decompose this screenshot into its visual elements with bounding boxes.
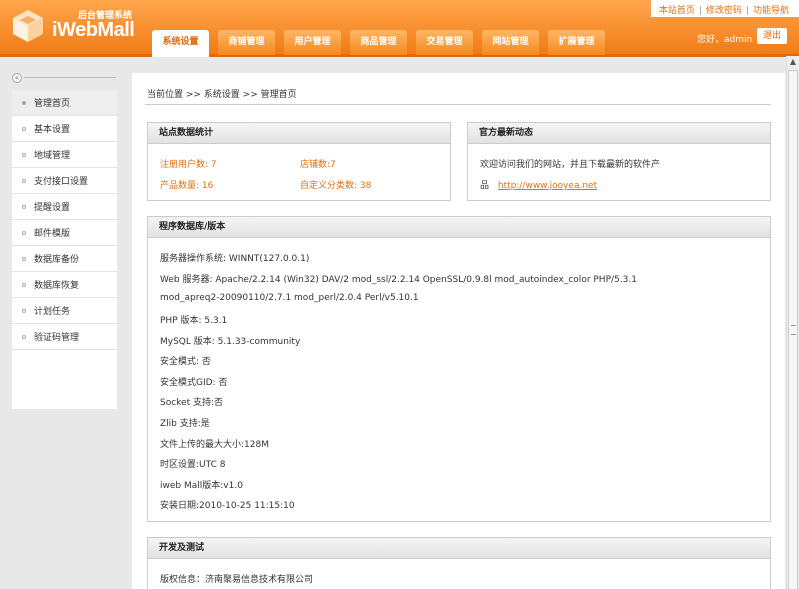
dev-test-box: 开发及测试 版权信息：济南聚易信息技术有限公司 (147, 537, 771, 589)
sidebar-item-label: 邮件模版 (34, 229, 71, 239)
breadcrumb-divider (145, 104, 771, 105)
main-panel: 当前位置 >> 系统设置 >> 管理首页 站点数据统计 注册用户数: 7 店铺数… (132, 73, 785, 589)
sidebar-item-label: 基本设置 (34, 125, 71, 135)
collapse-icon[interactable]: « (12, 73, 22, 83)
sidebar-item-captcha-management[interactable]: 验证码管理 (12, 324, 117, 350)
sidebar-menu: 管理首页 基本设置 地域管理 支付接口设置 提醒设置 邮件模版 数据库备份 数据… (12, 90, 117, 409)
info-mall-version: iweb Mall版本:v1.0 (160, 481, 243, 491)
dev-test-title: 开发及测试 (148, 538, 770, 559)
info-mysql-version: MySQL 版本: 5.1.33-community (160, 337, 301, 347)
news-link-row: 品 http://www.jooyea.net (480, 178, 597, 191)
info-zlib: Zlib 支持:是 (160, 419, 210, 429)
site-stats-title: 站点数据统计 (148, 123, 450, 144)
function-nav-link[interactable]: 功能导航 (753, 6, 789, 16)
sidebar-item-label: 数据库恢复 (34, 281, 80, 291)
sidebar-toggle-bar: « (12, 73, 116, 83)
sidebar-item-db-backup[interactable]: 数据库备份 (12, 246, 117, 272)
sidebar-item-reminder-settings[interactable]: 提醒设置 (12, 194, 117, 220)
info-install-date: 安装日期:2010-10-25 11:15:10 (160, 501, 295, 511)
bullet-icon (22, 100, 26, 105)
change-password-link[interactable]: 修改密码 (706, 6, 742, 16)
info-safe-mode: 安全模式: 否 (160, 357, 211, 367)
stat-users: 注册用户数: 7 (160, 160, 217, 170)
sidebar-item-payment-settings[interactable]: 支付接口设置 (12, 168, 117, 194)
info-safe-mode-gid: 安全模式GID: 否 (160, 378, 228, 388)
stat-products: 产品数量: 16 (160, 181, 214, 191)
scroll-thumb[interactable] (788, 70, 798, 589)
bullet-icon (22, 204, 26, 209)
db-version-title: 程序数据库/版本 (148, 217, 770, 238)
logo-title: iWebMall (52, 19, 135, 41)
info-timezone: 时区设置:UTC 8 (160, 460, 226, 470)
sidebar-toggle-line (24, 77, 116, 78)
breadcrumb: 当前位置 >> 系统设置 >> 管理首页 (147, 90, 297, 100)
bullet-icon (22, 230, 26, 235)
sidebar-item-label: 地域管理 (34, 151, 71, 161)
vertical-scrollbar[interactable]: ▲ (786, 56, 799, 589)
sidebar-item-label: 计划任务 (34, 307, 71, 317)
bullet-icon (22, 152, 26, 157)
info-web-server: Web 服务器: Apache/2.2.14 (Win32) DAV/2 mod… (160, 275, 637, 285)
sidebar-item-admin-home[interactable]: 管理首页 (12, 90, 117, 116)
tab-extension-management[interactable]: 扩展管理 (548, 30, 605, 55)
sidebar-item-label: 提醒设置 (34, 203, 71, 213)
info-php-version: PHP 版本: 5.3.1 (160, 316, 228, 326)
sidebar-item-db-restore[interactable]: 数据库恢复 (12, 272, 117, 298)
tab-trade-management[interactable]: 交易管理 (416, 30, 473, 55)
sidebar-item-label: 验证码管理 (34, 333, 80, 343)
user-greeting: 您好，admin (697, 35, 753, 45)
stat-categories: 自定义分类数: 38 (300, 181, 372, 191)
home-link[interactable]: 本站首页 (659, 6, 695, 16)
db-version-box: 程序数据库/版本 服务器操作系统: WINNT(127.0.0.1) Web 服… (147, 216, 771, 522)
bullet-icon (22, 334, 26, 339)
sidebar-item-scheduled-tasks[interactable]: 计划任务 (12, 298, 117, 324)
main-tabs: 系统设置 商铺管理 用户管理 商品管理 交易管理 网站管理 扩展管理 (152, 30, 614, 57)
product-icon: 品 (480, 181, 490, 191)
site-stats-box: 站点数据统计 注册用户数: 7 店铺数:7 产品数量: 16 自定义分类数: 3… (147, 122, 451, 201)
sidebar-item-basic-settings[interactable]: 基本设置 (12, 116, 117, 142)
info-socket: Socket 支持:否 (160, 398, 224, 408)
sidebar-item-label: 管理首页 (34, 99, 71, 109)
logout-button[interactable]: 退出 (757, 28, 787, 44)
tab-shop-management[interactable]: 商铺管理 (218, 30, 275, 55)
info-os: 服务器操作系统: WINNT(127.0.0.1) (160, 254, 310, 264)
news-box: 官方最新动态 欢迎访问我们的网站，并且下载最新的软件产 品 http://www… (467, 122, 771, 201)
logo-cube-icon (13, 10, 43, 42)
sidebar-item-label: 数据库备份 (34, 255, 80, 265)
official-site-link[interactable]: http://www.jooyea.net (498, 181, 597, 191)
tab-site-management[interactable]: 网站管理 (482, 30, 539, 55)
top-links: 本站首页 | 修改密码 | 功能导航 (650, 0, 799, 17)
bullet-icon (22, 256, 26, 261)
sidebar-item-label: 支付接口设置 (34, 177, 89, 187)
scroll-up-arrow-icon[interactable]: ▲ (788, 57, 798, 67)
tab-product-management[interactable]: 商品管理 (350, 30, 407, 55)
info-web-server-cont: mod_apreq2-20090110/2.7.1 mod_perl/2.0.4… (160, 293, 419, 303)
tab-system-settings[interactable]: 系统设置 (152, 30, 209, 57)
sidebar-item-mail-templates[interactable]: 邮件模版 (12, 220, 117, 246)
bullet-icon (22, 282, 26, 287)
info-max-upload: 文件上传的最大大小:128M (160, 440, 269, 450)
stat-shops: 店铺数:7 (300, 160, 336, 170)
news-title: 官方最新动态 (468, 123, 770, 144)
copyright-info: 版权信息：济南聚易信息技术有限公司 (160, 575, 314, 585)
sidebar-item-region-management[interactable]: 地域管理 (12, 142, 117, 168)
news-text: 欢迎访问我们的网站，并且下载最新的软件产 (480, 160, 661, 170)
scroll-grip-icon (791, 325, 796, 335)
bullet-icon (22, 126, 26, 131)
tab-user-management[interactable]: 用户管理 (284, 30, 341, 55)
bullet-icon (22, 178, 26, 183)
bullet-icon (22, 308, 26, 313)
